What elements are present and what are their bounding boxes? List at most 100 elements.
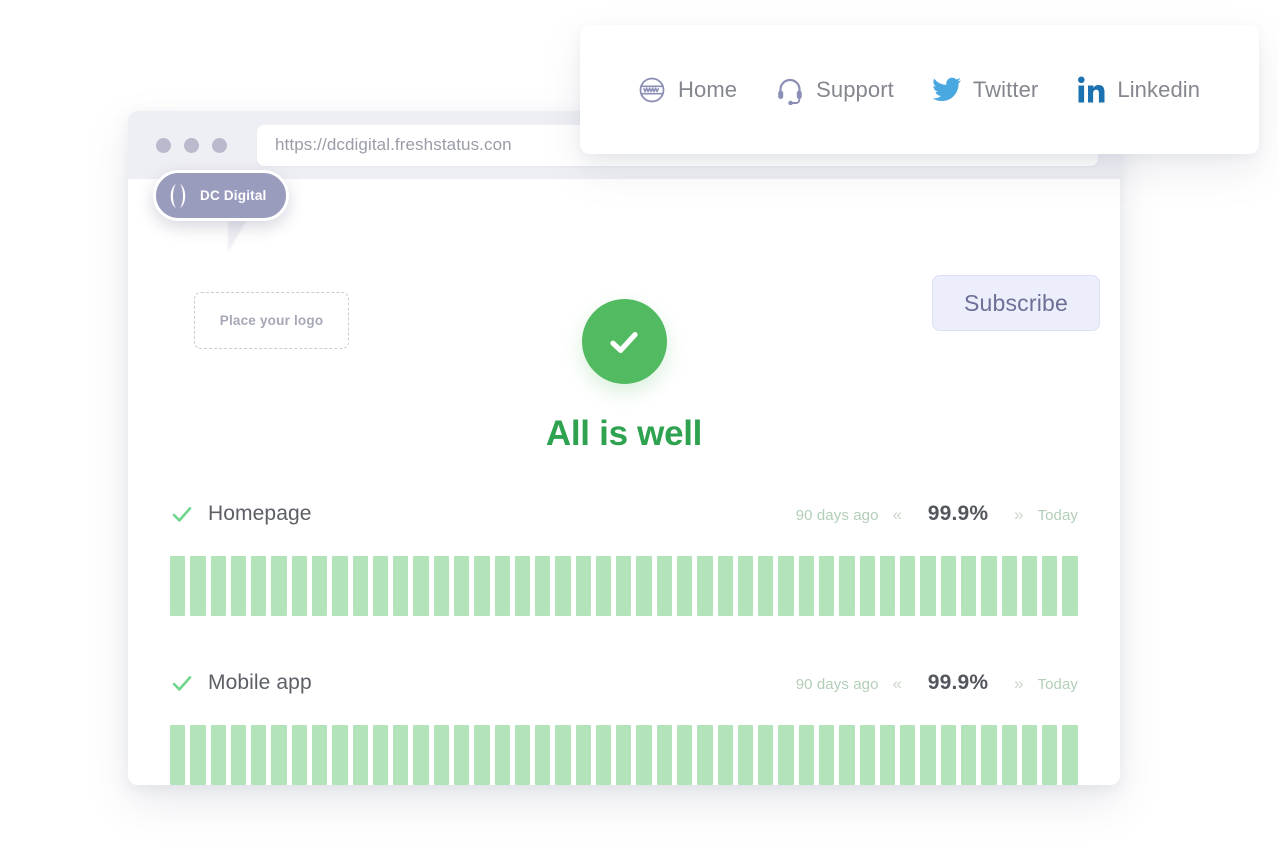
- nav-item-twitter[interactable]: Twitter: [932, 75, 1039, 105]
- uptime-bar[interactable]: [535, 725, 551, 785]
- uptime-bar[interactable]: [230, 725, 247, 785]
- uptime-bar[interactable]: [595, 556, 612, 616]
- uptime-bar[interactable]: [900, 725, 916, 785]
- uptime-bar[interactable]: [514, 556, 531, 616]
- uptime-bar[interactable]: [170, 556, 186, 616]
- uptime-bar[interactable]: [1062, 725, 1078, 785]
- uptime-bar[interactable]: [433, 725, 449, 785]
- uptime-bar[interactable]: [474, 556, 490, 616]
- uptime-bar[interactable]: [879, 725, 896, 785]
- uptime-bar[interactable]: [819, 725, 835, 785]
- uptime-bar[interactable]: [271, 725, 287, 785]
- uptime-bar[interactable]: [737, 725, 754, 785]
- chevron-double-left-icon[interactable]: «: [893, 506, 902, 523]
- uptime-bar[interactable]: [1021, 725, 1038, 785]
- uptime-bar[interactable]: [251, 725, 267, 785]
- uptime-bar[interactable]: [960, 556, 977, 616]
- uptime-bar[interactable]: [636, 725, 652, 785]
- uptime-bar[interactable]: [433, 556, 449, 616]
- uptime-bar[interactable]: [575, 556, 591, 616]
- uptime-bar[interactable]: [514, 725, 531, 785]
- uptime-bar[interactable]: [839, 556, 855, 616]
- uptime-bar[interactable]: [230, 556, 247, 616]
- uptime-bar[interactable]: [819, 556, 835, 616]
- uptime-bar[interactable]: [190, 556, 206, 616]
- uptime-bar[interactable]: [372, 556, 389, 616]
- uptime-bar[interactable]: [900, 556, 916, 616]
- uptime-bar[interactable]: [332, 725, 348, 785]
- uptime-bar[interactable]: [981, 556, 997, 616]
- chevron-double-left-icon[interactable]: «: [893, 675, 902, 692]
- uptime-bar[interactable]: [1062, 556, 1078, 616]
- uptime-bar[interactable]: [677, 556, 693, 616]
- collaborator-cursor-badge[interactable]: DC Digital: [153, 170, 289, 221]
- uptime-bar[interactable]: [717, 556, 733, 616]
- uptime-bar[interactable]: [636, 556, 652, 616]
- window-close-dot[interactable]: [156, 137, 171, 153]
- uptime-bar[interactable]: [393, 556, 409, 616]
- uptime-bar[interactable]: [879, 556, 896, 616]
- uptime-bar[interactable]: [170, 725, 186, 785]
- uptime-bar[interactable]: [616, 725, 632, 785]
- uptime-bar[interactable]: [758, 556, 774, 616]
- uptime-bar[interactable]: [1042, 725, 1058, 785]
- uptime-bar[interactable]: [960, 725, 977, 785]
- uptime-bar[interactable]: [352, 556, 368, 616]
- uptime-bar[interactable]: [372, 725, 389, 785]
- uptime-bar[interactable]: [778, 556, 794, 616]
- uptime-bar[interactable]: [717, 725, 733, 785]
- uptime-bar[interactable]: [190, 725, 206, 785]
- uptime-bar[interactable]: [453, 556, 470, 616]
- uptime-bar[interactable]: [656, 725, 673, 785]
- uptime-bar[interactable]: [575, 725, 591, 785]
- uptime-bar[interactable]: [251, 556, 267, 616]
- uptime-bar[interactable]: [555, 725, 571, 785]
- uptime-bar[interactable]: [798, 725, 814, 785]
- uptime-bar[interactable]: [210, 725, 226, 785]
- nav-item-home[interactable]: Home: [637, 75, 737, 105]
- uptime-bar[interactable]: [494, 556, 510, 616]
- uptime-bar[interactable]: [393, 725, 409, 785]
- chevron-double-right-icon[interactable]: »: [1014, 675, 1023, 692]
- uptime-bar[interactable]: [555, 556, 571, 616]
- window-minimize-dot[interactable]: [184, 137, 199, 153]
- uptime-bar[interactable]: [413, 725, 429, 785]
- uptime-bar[interactable]: [413, 556, 429, 616]
- uptime-bar[interactable]: [494, 725, 510, 785]
- uptime-bar[interactable]: [1042, 556, 1058, 616]
- uptime-bar[interactable]: [859, 725, 875, 785]
- nav-item-linkedin[interactable]: Linkedin: [1076, 75, 1200, 105]
- uptime-bar[interactable]: [616, 556, 632, 616]
- uptime-bar[interactable]: [778, 725, 794, 785]
- uptime-bar[interactable]: [332, 556, 348, 616]
- chevron-double-right-icon[interactable]: »: [1014, 506, 1023, 523]
- uptime-bar[interactable]: [271, 556, 287, 616]
- uptime-bar[interactable]: [595, 725, 612, 785]
- uptime-bar[interactable]: [677, 725, 693, 785]
- uptime-bar[interactable]: [1021, 556, 1038, 616]
- uptime-bar[interactable]: [453, 725, 470, 785]
- uptime-bar[interactable]: [940, 556, 956, 616]
- uptime-bar[interactable]: [920, 725, 936, 785]
- window-maximize-dot[interactable]: [212, 137, 227, 153]
- uptime-bar[interactable]: [697, 556, 713, 616]
- uptime-bar[interactable]: [920, 556, 936, 616]
- uptime-bar[interactable]: [859, 556, 875, 616]
- uptime-bar[interactable]: [535, 556, 551, 616]
- uptime-bar[interactable]: [311, 725, 328, 785]
- nav-item-support[interactable]: Support: [775, 75, 894, 105]
- uptime-bar[interactable]: [798, 556, 814, 616]
- uptime-bar[interactable]: [981, 725, 997, 785]
- uptime-bar[interactable]: [210, 556, 226, 616]
- uptime-bar[interactable]: [291, 725, 307, 785]
- uptime-bar[interactable]: [839, 725, 855, 785]
- uptime-bar[interactable]: [291, 556, 307, 616]
- uptime-bar[interactable]: [1001, 725, 1017, 785]
- uptime-bar[interactable]: [940, 725, 956, 785]
- uptime-bar[interactable]: [311, 556, 328, 616]
- uptime-bar[interactable]: [697, 725, 713, 785]
- uptime-bar[interactable]: [737, 556, 754, 616]
- uptime-bar[interactable]: [352, 725, 368, 785]
- uptime-bar[interactable]: [474, 725, 490, 785]
- uptime-bar[interactable]: [1001, 556, 1017, 616]
